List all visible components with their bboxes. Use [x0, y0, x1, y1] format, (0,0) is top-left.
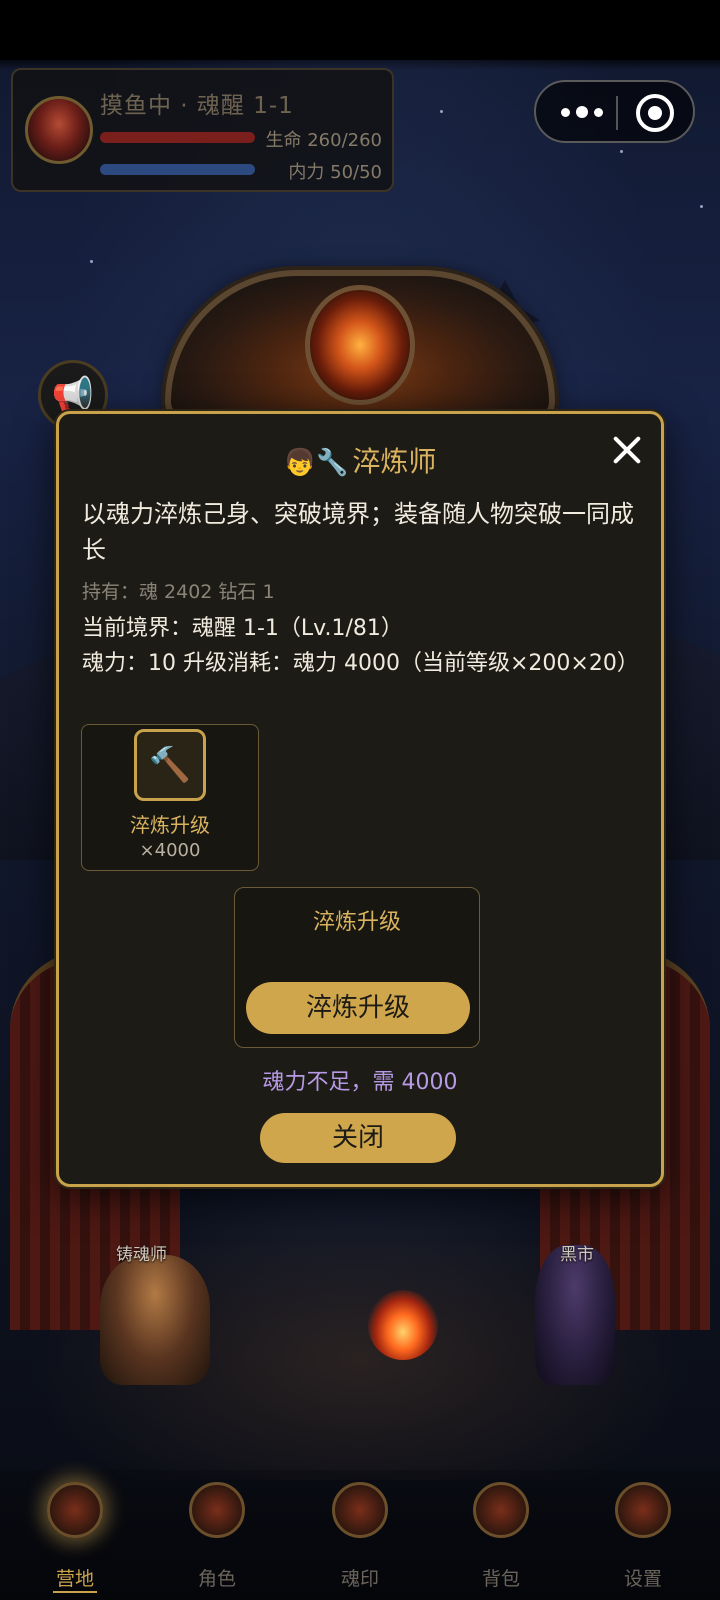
cost-text: 魂力：10 升级消耗：魂力 4000（当前等级×200×20） — [82, 651, 639, 676]
upgrade-item-card[interactable]: 🔨 淬炼升级 ×4000 — [81, 724, 259, 871]
refiner-avatar-icon: 👦🔧 — [283, 448, 349, 478]
backpack-icon — [473, 1482, 529, 1538]
nav-item-soul-seal[interactable]: 魂印 — [310, 1482, 410, 1597]
npc-label-smith: 铸魂师 — [116, 1245, 167, 1265]
nav-item-camp[interactable]: 营地 — [25, 1482, 125, 1597]
star — [700, 205, 703, 208]
holdings-text: 持有：魂 2402 钻石 1 — [82, 581, 275, 603]
mp-bar — [100, 164, 255, 175]
star — [620, 150, 623, 153]
status-bar-area — [0, 0, 720, 60]
target-icon[interactable] — [636, 94, 674, 132]
star — [440, 110, 443, 113]
hp-text: 生命 260/260 — [265, 130, 383, 151]
upgrade-action-box: 淬炼升级 淬炼升级 — [234, 887, 480, 1048]
item-name: 淬炼升级 — [130, 813, 210, 837]
camp-icon — [47, 1482, 103, 1538]
capsule-divider — [616, 96, 618, 130]
npc-soul-smith[interactable] — [100, 1255, 210, 1385]
soul-seal-icon — [332, 1482, 388, 1538]
npc-black-market[interactable] — [535, 1245, 615, 1385]
nav-label: 营地 — [53, 1564, 97, 1593]
nav-item-settings[interactable]: 设置 — [593, 1482, 693, 1597]
close-button[interactable]: 关闭 — [260, 1113, 456, 1163]
status-title: 摸鱼中 · 魂醒 1-1 — [100, 93, 294, 119]
more-dots-icon[interactable] — [554, 96, 610, 128]
miniprogram-capsule — [534, 80, 695, 143]
star — [90, 260, 93, 263]
insufficient-warning: 魂力不足，需 4000 — [262, 1070, 458, 1095]
avatar[interactable] — [25, 96, 93, 164]
character-icon — [189, 1482, 245, 1538]
item-quantity: ×4000 — [139, 840, 201, 861]
settings-icon — [615, 1482, 671, 1538]
dialog-title-text: 淬炼师 — [352, 445, 437, 478]
refine-upgrade-button[interactable]: 淬炼升级 — [246, 982, 470, 1034]
nav-label: 魂印 — [340, 1568, 379, 1590]
bottom-nav: 营地 角色 魂印 背包 设置 — [0, 1470, 720, 1600]
hp-bar — [100, 132, 255, 143]
dialog-title: 👦🔧 淬炼师 — [59, 440, 661, 480]
npc-label-market: 黑市 — [560, 1245, 594, 1265]
realm-text: 当前境界：魂醒 1-1（Lv.1/81） — [82, 616, 403, 641]
nav-label: 背包 — [481, 1568, 520, 1590]
campfire — [368, 1290, 438, 1360]
nav-label: 角色 — [197, 1568, 236, 1590]
nav-label: 设置 — [623, 1568, 662, 1590]
nav-item-backpack[interactable]: 背包 — [451, 1482, 551, 1597]
mp-text: 内力 50/50 — [288, 162, 382, 183]
action-box-title: 淬炼升级 — [312, 910, 401, 935]
refiner-dialog: 👦🔧 淬炼师 以魂力淬炼己身、突破境界；装备随人物突破一同成长 持有：魂 2402… — [56, 411, 664, 1187]
hammer-icon: 🔨 — [134, 729, 206, 801]
close-icon[interactable] — [607, 430, 647, 470]
dialog-description: 以魂力淬炼己身、突破境界；装备随人物突破一同成长 — [82, 500, 634, 564]
player-status-card[interactable]: 摸鱼中 · 魂醒 1-1 生命 260/260 内力 50/50 — [11, 68, 394, 192]
nav-item-character[interactable]: 角色 — [167, 1482, 267, 1597]
fire-eye-emblem — [305, 285, 415, 405]
